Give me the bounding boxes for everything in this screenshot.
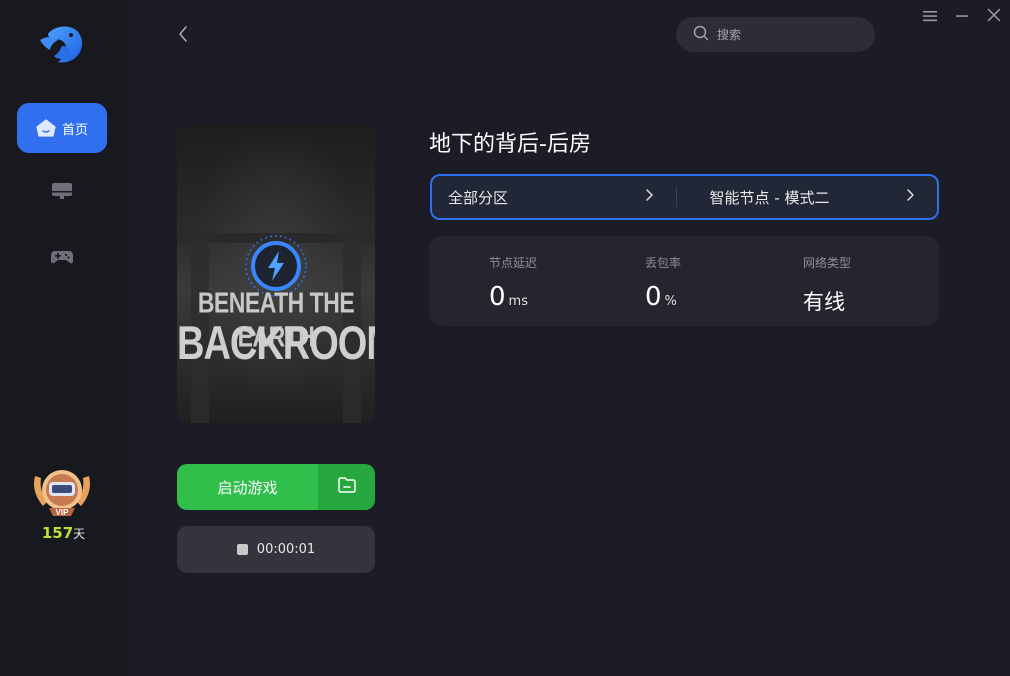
launch-group: 启动游戏	[177, 464, 375, 510]
menu-button[interactable]	[921, 8, 939, 26]
chevron-right-icon	[905, 188, 915, 206]
dolphin-logo-icon[interactable]	[38, 20, 86, 68]
sidebar-item-monitor[interactable]	[48, 181, 76, 205]
node-select[interactable]: 智能节点 - 模式二	[677, 176, 938, 218]
game-cover-image: BENEATH THE EARTH BACKROOMS	[177, 125, 375, 423]
vip-days-count: 157	[41, 524, 74, 542]
stat-value: 0 ms	[489, 282, 528, 312]
chevron-right-icon	[644, 188, 654, 206]
stat-number: 0	[489, 282, 506, 312]
node-label: 智能节点 - 模式二	[709, 188, 830, 207]
monitor-icon	[51, 180, 73, 206]
menu-icon	[922, 8, 938, 27]
gamepad-icon	[50, 247, 74, 271]
vip-days-unit: 天	[73, 527, 86, 541]
session-timer: 00:00:01	[256, 542, 316, 557]
stat-value: 0%	[645, 282, 677, 312]
route-selector: 全部分区 智能节点 - 模式二	[430, 174, 939, 220]
game-title: 地下的背后-后房	[429, 132, 591, 157]
stop-timer-button[interactable]: 00:00:01	[177, 526, 375, 573]
folder-icon	[337, 476, 357, 498]
stat-unit: %	[664, 294, 677, 309]
region-label: 全部分区	[448, 188, 509, 207]
region-select[interactable]: 全部分区	[432, 176, 676, 218]
close-button[interactable]	[985, 8, 1003, 26]
network-stats-panel: 节点延迟 0 ms 丢包率 0% 网络类型 有线	[429, 236, 939, 326]
stat-value: 有线	[803, 290, 845, 314]
vip-badge-icon[interactable]: VIP	[27, 466, 97, 522]
search-icon	[693, 25, 709, 44]
search-input[interactable]	[717, 27, 857, 42]
sidebar: 首页 VIP 157天	[0, 0, 127, 676]
stop-icon	[236, 544, 248, 555]
sidebar-item-games[interactable]	[48, 247, 76, 271]
stat-unit: ms	[508, 294, 528, 309]
minimize-button[interactable]	[953, 8, 971, 26]
back-button[interactable]	[174, 24, 192, 44]
sidebar-item-label: 首页	[61, 122, 88, 138]
vip-badge-text: VIP	[56, 508, 70, 517]
cover-title-line2: BACKROOMS	[177, 317, 375, 371]
stat-number: 0	[645, 282, 662, 312]
open-folder-button[interactable]	[318, 464, 375, 510]
launch-game-button[interactable]: 启动游戏	[177, 464, 318, 510]
minimize-icon	[954, 8, 970, 27]
chevron-left-icon	[174, 26, 192, 48]
home-icon	[36, 119, 56, 137]
search-box[interactable]	[676, 17, 875, 52]
vip-days-remaining: 157天	[0, 524, 127, 542]
stat-label: 网络类型	[803, 256, 852, 270]
stat-label: 丢包率	[645, 256, 682, 270]
sidebar-item-home[interactable]: 首页	[17, 103, 107, 153]
close-icon	[986, 7, 1002, 27]
stat-label: 节点延迟	[489, 256, 538, 270]
